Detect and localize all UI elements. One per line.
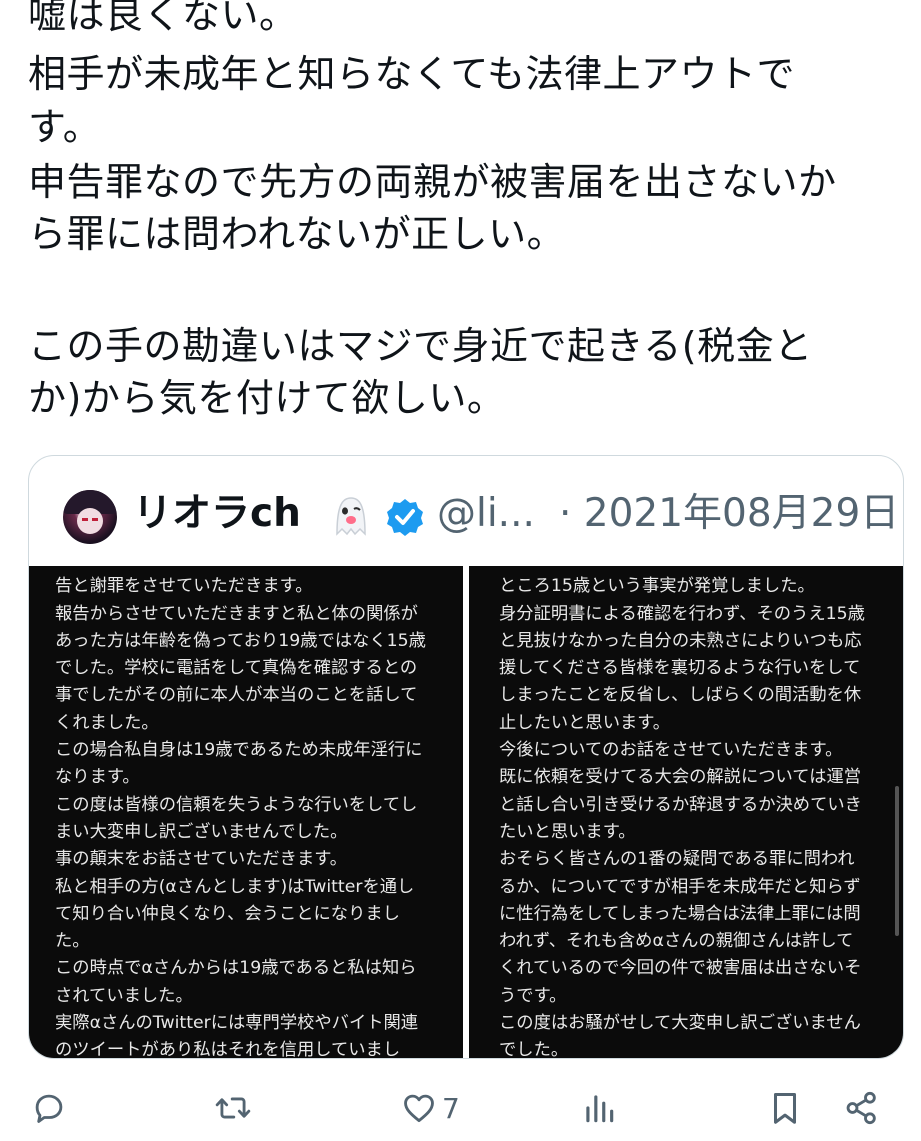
bookmark-button[interactable]	[766, 1088, 804, 1128]
ghost-emoji-icon	[336, 497, 366, 536]
heart-icon	[404, 1094, 434, 1123]
quoted-tweet-images: 今回の件について真偽がハッキリとしたので報告と謝罪をさせていただきます。報告から…	[29, 566, 903, 1058]
bookmark-icon	[773, 1093, 797, 1124]
tweet-line: この手の勘違いはマジで身近で起きる(税金と	[28, 324, 813, 368]
image-text-line: この度はお騒がせして大変申し訳ございません	[499, 1013, 861, 1034]
image-text-line: ところ15歳という事実が発覚しました。	[499, 576, 815, 597]
image-text-line: しかし今回の騒ぎがあり本人に事実確認をした	[499, 566, 899, 573]
image-text-line: 事の顛末をお話させていただきます。	[55, 849, 348, 870]
image-text-line: 実際αさんのTwitterには専門学校やバイト関連	[55, 1013, 419, 1034]
reply-icon	[35, 1094, 63, 1123]
quoted-author-name[interactable]: リオラch	[133, 484, 301, 544]
image-text-line: うです。	[499, 985, 567, 1006]
quoted-author-handle[interactable]: @li...	[437, 484, 535, 544]
image-text-line: と話し合い引き受けるか辞退するか決めていき	[499, 794, 862, 815]
image-text-line: なります。	[55, 767, 140, 788]
quoted-image-left[interactable]: 今回の件について真偽がハッキリとしたので報告と謝罪をさせていただきます。報告から…	[29, 566, 463, 1058]
avatar[interactable]	[63, 490, 117, 544]
quoted-image-right[interactable]: しかし今回の騒ぎがあり本人に事実確認をしたところ15歳という事実が発覚しました。…	[469, 566, 903, 1058]
image-text-line: この度は皆様の信頼を失うような行いをしてし	[55, 794, 418, 815]
image-text-left: 今回の件について真偽がハッキリとしたので報告と謝罪をさせていただきます。報告から…	[55, 566, 455, 1058]
quoted-tweet-date[interactable]: · 2021年08月29日	[559, 484, 899, 544]
image-text-right: しかし今回の騒ぎがあり本人に事実確認をしたところ15歳という事実が発覚しました。…	[499, 566, 899, 1058]
image-text-line: 事でしたがその前に本人が本当のことを話して	[55, 685, 418, 706]
reply-button[interactable]	[30, 1088, 68, 1128]
like-button[interactable]: 7	[400, 1088, 460, 1128]
image-text-line: されていました。	[55, 985, 193, 1006]
image-text-line: でした。学校に電話をして真偽を確認するとの	[55, 658, 418, 679]
image-text-line: 止したいと思います。	[499, 712, 671, 733]
image-text-line: あった方は年齢を偽っており19歳ではなく15歳	[55, 630, 426, 651]
image-text-line: て知り合い仲良くなり、会うことになりまし	[55, 903, 400, 924]
image-text-line: まい大変申し訳ございませんでした。	[55, 821, 348, 842]
image-text-line: るか、についてですが相手を未成年だと知らず	[499, 876, 861, 897]
image-text-line: 既に依頼を受けてる大会の解説については運営	[499, 767, 862, 788]
image-text-line: と見抜けなかった自分の未熟さによりいつも応	[499, 630, 862, 651]
views-button[interactable]	[580, 1088, 618, 1128]
image-text-line: たいと思います。	[499, 821, 636, 842]
image-text-line: 援してくださる皆様を裏切るような行いをして	[499, 658, 861, 679]
quoted-tweet-card[interactable]: リオラch @li... · 2021年08月29日 今回の件について真偽がハッ…	[28, 455, 904, 1059]
image-text-line: のツイートがあり私はそれを信用していまし	[55, 1040, 401, 1058]
image-text-line: 身分証明書による確認を行わず、そのうえ15歳	[499, 603, 865, 624]
tweet-line: か)から気を付けて欲しい。	[28, 376, 506, 420]
tweet-line	[28, 265, 908, 307]
tweet-line: 嘘は良くない。	[28, 0, 298, 37]
image-text-line: くれました。	[55, 712, 159, 733]
share-button[interactable]	[843, 1088, 881, 1128]
verified-badge-icon	[387, 499, 423, 536]
image-text-line: 報告からさせていただきますと私と体の関係が	[55, 603, 418, 624]
tweet-line: ら罪には問われないが正しい。	[28, 212, 566, 256]
tweet-line: 相手が未成年と知らなくても法律上アウトで	[28, 52, 795, 96]
image-text-line: この時点でαさんからは19歳であると私は知ら	[55, 958, 417, 979]
image-text-line: でした。	[499, 1040, 569, 1058]
like-count: 7	[442, 1091, 460, 1125]
retweet-button[interactable]	[214, 1088, 252, 1128]
quoted-tweet-header: リオラch @li... · 2021年08月29日	[29, 456, 903, 566]
image-text-line: 私と相手の方(αさんとします)はTwitterを通し	[55, 876, 415, 897]
views-icon	[586, 1095, 614, 1123]
image-text-line: われず、それも含めαさんの親御さんは許して	[499, 931, 854, 952]
image-text-line: この場合私自身は19歳であるため未成年淫行に	[55, 740, 423, 761]
tweet-action-bar: 7	[0, 1074, 921, 1141]
image-text-line: 今回の件について真偽がハッキリとしたので報	[55, 566, 455, 573]
share-icon	[846, 1091, 876, 1125]
tweet-line: 申告罪なので先方の両親が被害届を出さないか	[28, 160, 837, 204]
tweet-text: 嘘は良くない。 相手が未成年と知らなくても法律上アウトで す。 申告罪なので先方…	[28, 0, 908, 419]
image-text-line: くれているので今回の件で被害届は出さないそ	[499, 958, 862, 979]
image-scrollbar	[895, 786, 899, 936]
image-text-line: 告と謝罪をさせていただきます。	[55, 576, 313, 597]
image-text-line: に性行為をしてしまった場合は法律上罪には問	[499, 903, 861, 924]
tweet-line: す。	[28, 105, 102, 149]
image-text-line: おそらく皆さんの1番の疑問である罪に問われ	[499, 849, 855, 870]
image-text-line: 今後についてのお話をさせていただきます。	[499, 740, 843, 761]
image-text-line: しまったことを反省し、しばらくの間活動を休	[499, 685, 862, 706]
image-text-line: た。	[55, 931, 90, 952]
retweet-icon	[215, 1097, 251, 1119]
